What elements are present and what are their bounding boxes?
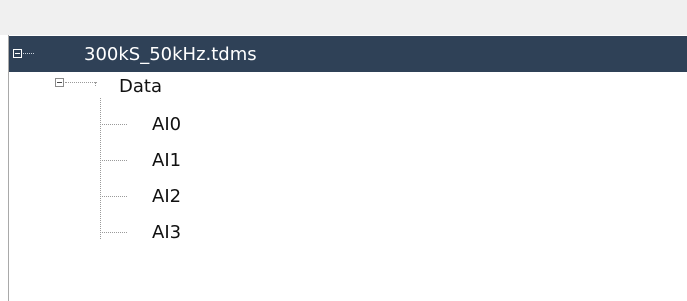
tree-node-channel[interactable]: AI1 bbox=[9, 147, 687, 183]
channel-label: AI2 bbox=[152, 186, 182, 207]
toolbar-strip bbox=[0, 0, 687, 35]
tree-connector bbox=[100, 232, 127, 233]
tree-connector bbox=[23, 53, 34, 54]
channel-label: AI1 bbox=[152, 150, 182, 171]
collapse-box-icon[interactable] bbox=[55, 78, 64, 87]
tdms-tree-view-window: 300kS_50kHz.tdms Data AI0 AI1 AI2 AI3 bbox=[0, 0, 687, 301]
channel-label: AI3 bbox=[152, 222, 182, 243]
tree-connector bbox=[65, 82, 97, 83]
collapse-box-icon[interactable] bbox=[13, 49, 22, 58]
root-node-label: 300kS_50kHz.tdms bbox=[84, 44, 257, 65]
tree-node-channel[interactable]: AI3 bbox=[9, 219, 687, 255]
tree-connector bbox=[100, 124, 127, 125]
tree-node-channel[interactable]: AI2 bbox=[9, 183, 687, 219]
tree-connector bbox=[100, 160, 127, 161]
tree-connector bbox=[100, 196, 127, 197]
tree-connector bbox=[95, 82, 96, 86]
tree-node-data-group[interactable]: Data bbox=[9, 74, 687, 110]
group-node-label: Data bbox=[119, 76, 162, 97]
channel-label: AI0 bbox=[152, 114, 182, 135]
tree-node-channel[interactable]: AI0 bbox=[9, 111, 687, 147]
tree-node-root[interactable]: 300kS_50kHz.tdms bbox=[9, 36, 687, 72]
file-tree: 300kS_50kHz.tdms Data AI0 AI1 AI2 AI3 bbox=[9, 36, 687, 301]
